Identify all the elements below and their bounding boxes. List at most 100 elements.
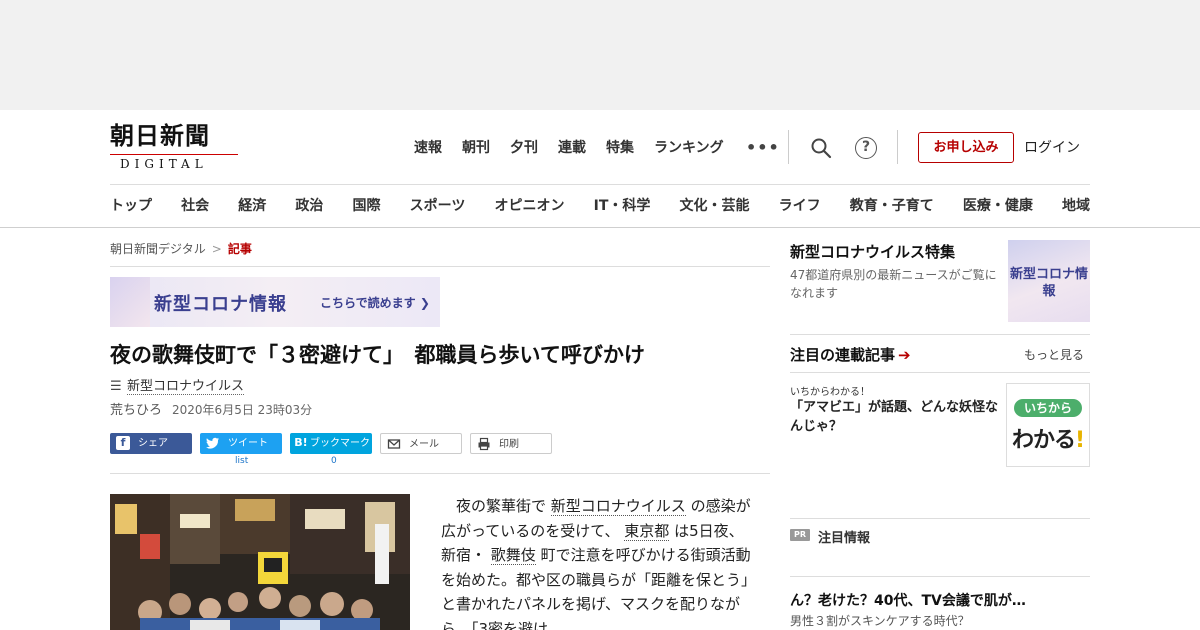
pr-item-description: 男性３割がスキンケアする時代？ xyxy=(790,614,970,628)
twitter-share-label: ツイート xyxy=(228,438,268,449)
catnav-item-education[interactable]: 教育・子育て xyxy=(850,195,934,215)
catnav-item-life[interactable]: ライフ xyxy=(779,195,821,215)
hatena-bookmark-icon: B! xyxy=(294,436,308,449)
topnav-item-breaking[interactable]: 速報 xyxy=(414,138,442,158)
keyword-link[interactable]: 新型コロナウイルス xyxy=(550,497,686,516)
mail-share-button[interactable]: メール xyxy=(380,433,462,454)
catnav-item-culture[interactable]: 文化・芸能 xyxy=(680,195,750,215)
see-more-link[interactable]: もっと見る xyxy=(1024,346,1084,363)
breadcrumb-home[interactable]: 朝日新聞デジタル xyxy=(110,242,206,256)
catnav-item-region[interactable]: 地域 xyxy=(1062,195,1090,215)
top-nav: 速報 朝刊 夕刊 連載 特集 ランキング xyxy=(414,138,724,158)
catnav-item-it-science[interactable]: IT・科学 xyxy=(594,195,651,215)
mail-share-label: メール xyxy=(409,439,439,450)
pr-badge: PR xyxy=(790,529,810,541)
sidebar-series-article-link[interactable]: 「アマビエ」が話題、どんな妖怪なんじゃ？ xyxy=(790,398,1002,436)
sidebar-divider xyxy=(790,372,1090,373)
more-menu-icon[interactable]: ••• xyxy=(746,138,780,158)
sidebar-divider xyxy=(790,576,1090,577)
topnav-item-features[interactable]: 特集 xyxy=(606,138,634,158)
topnav-item-evening[interactable]: 夕刊 xyxy=(510,138,538,158)
topnav-item-ranking[interactable]: ランキング xyxy=(654,138,724,158)
topnav-item-morning[interactable]: 朝刊 xyxy=(462,138,490,158)
byline: 荒ちひろ 2020年6月5日 23時03分 xyxy=(110,399,312,418)
asahi-logo[interactable]: 朝日新聞 DIGITAL xyxy=(110,121,242,171)
facebook-icon: f xyxy=(116,436,130,450)
print-label: 印刷 xyxy=(499,439,519,450)
facebook-share-label: シェア xyxy=(138,438,168,449)
banner-decoration xyxy=(110,277,150,327)
sidebar-feature-desc: 47都道府県別の最新ニュースがご覧になれます xyxy=(790,268,997,300)
ad-banner-area xyxy=(0,0,1200,110)
catnav-item-health[interactable]: 医療・健康 xyxy=(963,195,1033,215)
breadcrumb: 朝日新聞デジタル > 記事 xyxy=(110,240,252,257)
twitter-share-count[interactable]: list xyxy=(235,456,248,466)
thumb-exclamation: ! xyxy=(1075,428,1085,453)
breadcrumb-current: 記事 xyxy=(227,242,252,256)
search-icon[interactable] xyxy=(810,137,832,159)
share-divider xyxy=(110,473,770,474)
thumb-big-text: わかる xyxy=(1012,428,1076,453)
sidebar-feature-thumb-text: 新型コロナ情報 xyxy=(1009,267,1088,299)
header-divider xyxy=(897,130,898,164)
signup-button[interactable]: お申し込み xyxy=(918,132,1014,163)
article-headline: 夜の歌舞伎町で「３密避けて」 都職員ら歩いて呼びかけ xyxy=(110,343,645,367)
logo-underline xyxy=(110,154,238,155)
hatena-bookmark-count[interactable]: 0 xyxy=(331,456,337,466)
street-crowd-image xyxy=(110,494,410,630)
logo-main-text: 朝日新聞 xyxy=(110,121,210,150)
twitter-icon xyxy=(206,437,219,449)
header-divider xyxy=(788,130,789,164)
body-text-segment: 夜の繁華街で xyxy=(456,497,547,515)
hatena-bookmark-button[interactable]: B! ブックマーク xyxy=(290,433,372,454)
breadcrumb-separator: > xyxy=(211,242,222,256)
keyword-link[interactable]: 東京都 xyxy=(624,521,670,541)
logo-sub-text: DIGITAL xyxy=(120,157,208,171)
list-icon: ☰ xyxy=(110,379,122,394)
sidebar-divider xyxy=(790,334,1090,335)
pr-item-link[interactable]: ん？老けた？40代、TV会議で肌が… xyxy=(790,590,1026,610)
topic-line: ☰ 新型コロナウイルス xyxy=(110,375,245,395)
category-nav: トップ 社会 経済 政治 国際 スポーツ オピニオン IT・科学 文化・芸能 ラ… xyxy=(110,195,1090,215)
publish-date: 2020年6月5日 23時03分 xyxy=(172,403,313,417)
sidebar-series-thumbnail[interactable]: いちから わかる! xyxy=(1006,383,1090,467)
mail-icon xyxy=(387,439,401,449)
sidebar-series-title: 注目の連載記事 xyxy=(790,346,896,364)
sidebar-feature-thumbnail[interactable]: 新型コロナ情報 xyxy=(1008,240,1090,322)
site-header: 朝日新聞 DIGITAL 速報 朝刊 夕刊 連載 特集 ランキング ••• ? … xyxy=(0,110,1200,228)
facebook-share-button[interactable]: f シェア xyxy=(110,433,192,454)
nav-divider xyxy=(110,184,1090,185)
hatena-bookmark-label: ブックマーク xyxy=(310,438,370,449)
catnav-item-politics[interactable]: 政治 xyxy=(295,195,323,215)
catnav-item-top[interactable]: トップ xyxy=(110,195,152,215)
breadcrumb-divider xyxy=(110,266,770,267)
help-icon[interactable]: ? xyxy=(855,137,877,159)
topic-tag-link[interactable]: 新型コロナウイルス xyxy=(127,379,245,395)
twitter-share-button[interactable]: ツイート xyxy=(200,433,282,454)
corona-info-banner[interactable]: 新型コロナ情報 こちらで読めます ❯ xyxy=(110,277,440,327)
catnav-item-economy[interactable]: 経済 xyxy=(238,195,266,215)
pr-section-title: 注目情報 xyxy=(818,531,871,546)
topnav-item-series[interactable]: 連載 xyxy=(558,138,586,158)
print-button[interactable]: 印刷 xyxy=(470,433,552,454)
sidebar-series-kicker: いちからわかる！ xyxy=(790,387,870,398)
catnav-item-society[interactable]: 社会 xyxy=(181,195,209,215)
banner-title: 新型コロナ情報 xyxy=(154,294,287,315)
author-name: 荒ちひろ xyxy=(110,403,163,418)
login-link[interactable]: ログイン xyxy=(1024,138,1080,158)
catnav-item-international[interactable]: 国際 xyxy=(353,195,381,215)
body-text-segment: 町で注意を呼びかける街頭活動を始めた。都や区の職員らが「距離を保とう」と書かれた… xyxy=(441,546,751,630)
keyword-link[interactable]: 歌舞伎 xyxy=(490,546,536,565)
banner-link-text: こちらで読めます ❯ xyxy=(320,296,430,310)
sidebar-series-heading[interactable]: 注目の連載記事 ➔ xyxy=(790,344,911,365)
sidebar-divider xyxy=(790,518,1090,519)
thumb-pill-label: いちから xyxy=(1014,399,1082,417)
article-photo[interactable] xyxy=(110,494,410,630)
catnav-item-sports[interactable]: スポーツ xyxy=(410,195,466,215)
thumb-big-label: わかる! xyxy=(1012,422,1085,454)
article-body: 夜の繁華街で 新型コロナウイルス の感染が広がっているのを受けて、 東京都 は5… xyxy=(441,494,751,630)
arrow-right-icon: ➔ xyxy=(898,346,911,364)
sidebar-feature-title[interactable]: 新型コロナウイルス特集 xyxy=(790,241,955,262)
catnav-item-opinion[interactable]: オピニオン xyxy=(494,195,564,215)
print-icon xyxy=(478,437,490,451)
